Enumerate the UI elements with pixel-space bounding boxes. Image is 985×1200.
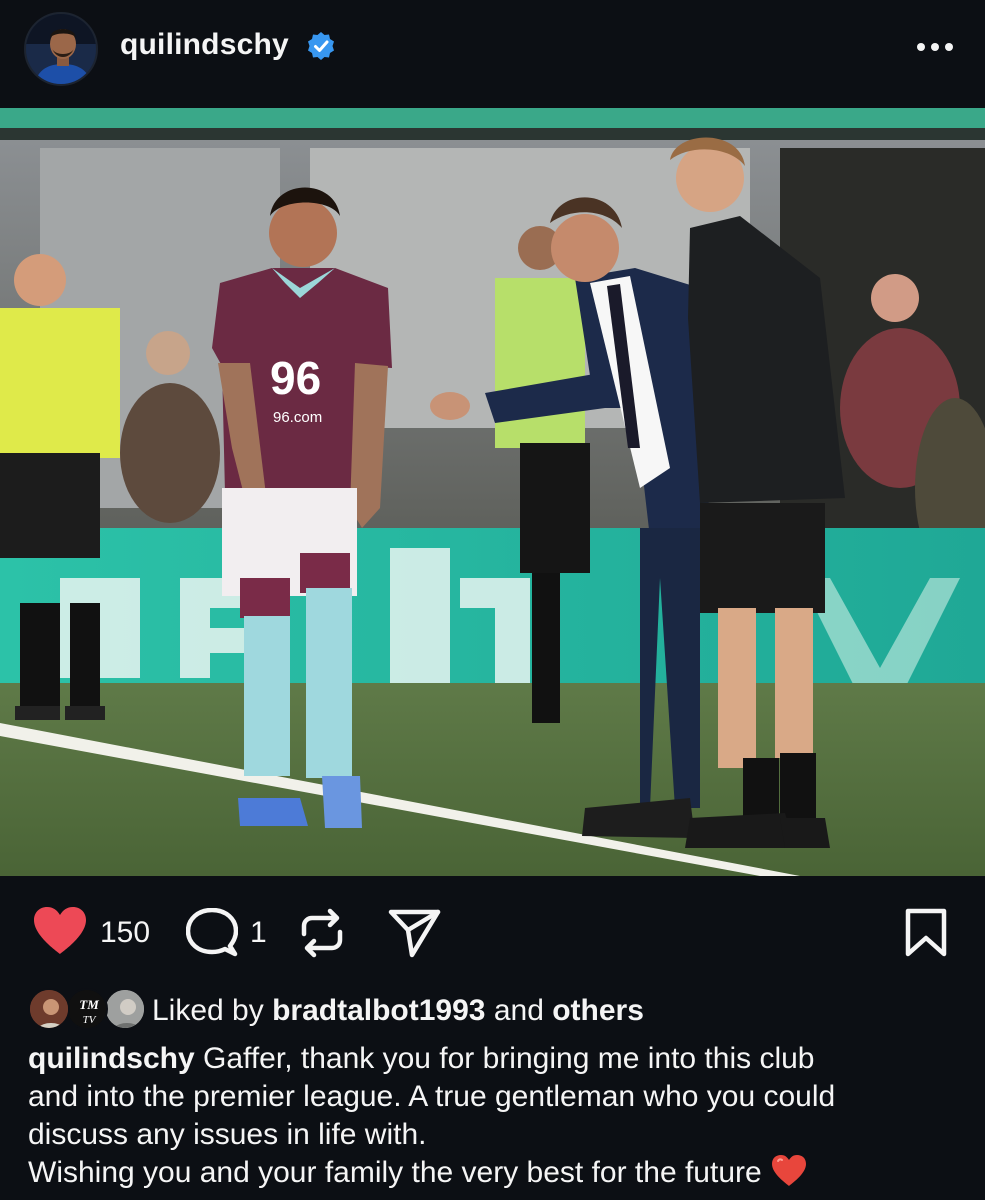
- post-photo[interactable]: 96 96.com: [0, 108, 985, 876]
- comment-count[interactable]: 1: [250, 916, 267, 950]
- caption-line-4: Wishing you and your family the very bes…: [28, 1154, 963, 1192]
- post-caption: quilindschy Gaffer, thank you for bringi…: [28, 1040, 963, 1192]
- repost-icon[interactable]: [298, 908, 346, 958]
- liker-avatar[interactable]: [28, 988, 70, 1030]
- heart-icon[interactable]: [32, 906, 88, 956]
- caption-text-1: Gaffer, thank you for bringing me into t…: [194, 1042, 815, 1075]
- svg-text:TV: TV: [83, 1014, 97, 1026]
- liked-by-text: Liked by bradtalbot1993 and others: [152, 994, 644, 1028]
- sponsor-url: 96.com: [273, 409, 322, 426]
- caption-username[interactable]: quilindschy: [28, 1042, 195, 1075]
- liker-avatar[interactable]: [104, 988, 146, 1030]
- football-sideline-photo: 96 96.com: [0, 108, 985, 876]
- svg-text:TM: TM: [79, 997, 99, 1012]
- verified-badge-icon: [308, 32, 334, 60]
- liked-by-row[interactable]: TM TV Liked by bradtalbot1993 and others: [28, 986, 968, 1034]
- post-header: quilindschy: [0, 0, 985, 108]
- caption-line-2: and into the premier league. A true gent…: [28, 1080, 836, 1113]
- profile-avatar[interactable]: [24, 12, 98, 86]
- like-count[interactable]: 150: [100, 916, 150, 950]
- liker-avatar[interactable]: TM TV: [66, 988, 108, 1030]
- sponsor-logo: 96: [270, 352, 321, 404]
- caption-line-3: discuss any issues in life with.: [28, 1118, 427, 1151]
- caption-text-4: Wishing you and your family the very bes…: [28, 1156, 762, 1189]
- more-horizontal-icon[interactable]: [910, 30, 960, 64]
- liked-by-conjunction: and: [485, 994, 553, 1027]
- bookmark-icon[interactable]: [904, 908, 948, 958]
- post-username[interactable]: quilindschy: [120, 28, 289, 62]
- liked-by-user[interactable]: bradtalbot1993: [272, 994, 485, 1027]
- caption-line-1: quilindschy Gaffer, thank you for bringi…: [28, 1040, 963, 1078]
- comment-icon[interactable]: [186, 908, 238, 958]
- liked-by-prefix: Liked by: [152, 994, 273, 1027]
- share-icon[interactable]: [388, 908, 442, 958]
- post-actions: 150 1: [0, 876, 985, 986]
- liked-by-others[interactable]: others: [552, 994, 644, 1027]
- red-heart-emoji-icon: [772, 1155, 807, 1186]
